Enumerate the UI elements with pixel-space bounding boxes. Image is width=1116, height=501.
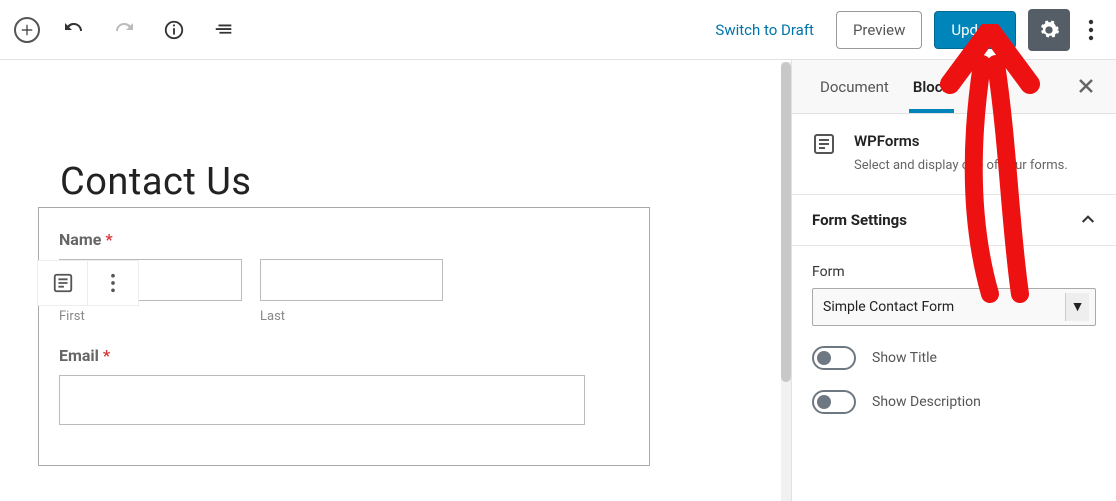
editor-canvas[interactable]: Contact Us Name * First — [0, 60, 791, 501]
plus-icon — [20, 23, 34, 37]
form-block[interactable]: Name * First Last Email * — [38, 207, 650, 466]
kebab-icon — [110, 273, 116, 293]
form-settings-toggle[interactable]: Form Settings — [792, 195, 1116, 246]
close-sidebar-button[interactable] — [1072, 69, 1100, 105]
email-input[interactable] — [59, 375, 585, 425]
name-label: Name * — [59, 230, 629, 249]
info-icon — [163, 19, 185, 41]
show-description-toggle[interactable] — [812, 390, 856, 414]
last-name-input[interactable] — [260, 259, 443, 301]
block-more-button[interactable] — [88, 261, 138, 305]
tab-document[interactable]: Document — [808, 60, 901, 113]
form-settings-body: Form Simple Contact Form ▼ Show Title Sh… — [792, 246, 1116, 424]
block-name: WPForms — [854, 132, 1068, 150]
redo-icon — [112, 18, 136, 42]
list-icon — [213, 19, 235, 41]
more-options-button[interactable] — [1076, 19, 1106, 41]
form-icon — [812, 132, 836, 156]
switch-to-draft-link[interactable]: Switch to Draft — [705, 13, 824, 47]
block-info-panel: WPForms Select and display one of your f… — [792, 114, 1116, 195]
show-title-toggle[interactable] — [812, 346, 856, 370]
tab-block[interactable]: Block — [901, 60, 963, 113]
sidebar-tabs: Document Block — [792, 60, 1116, 114]
chevron-up-icon — [1080, 212, 1096, 228]
add-block-button[interactable] — [14, 17, 40, 43]
show-title-label: Show Title — [872, 350, 937, 366]
update-button[interactable]: Update — [934, 11, 1016, 49]
email-label: Email * — [59, 346, 629, 365]
kebab-icon — [1088, 19, 1094, 41]
form-select[interactable]: Simple Contact Form ▼ — [812, 288, 1096, 326]
settings-sidebar: Document Block WPForms Select and displa… — [791, 60, 1116, 501]
show-description-label: Show Description — [872, 394, 981, 410]
close-icon — [1078, 78, 1094, 94]
settings-button[interactable] — [1028, 9, 1070, 51]
top-toolbar: Switch to Draft Preview Update — [0, 0, 1116, 60]
form-icon — [52, 272, 74, 294]
undo-button[interactable] — [58, 14, 90, 46]
content-structure-button[interactable] — [158, 14, 190, 46]
undo-icon — [62, 18, 86, 42]
preview-button[interactable]: Preview — [836, 11, 922, 49]
block-type-button[interactable] — [38, 261, 88, 305]
block-description: Select and display one of your forms. — [854, 156, 1068, 176]
redo-button[interactable] — [108, 14, 140, 46]
chevron-down-icon: ▼ — [1065, 293, 1089, 321]
scrollbar[interactable] — [781, 60, 791, 501]
page-title[interactable]: Contact Us — [60, 160, 791, 204]
form-select-label: Form — [812, 264, 1096, 280]
first-sublabel: First — [59, 309, 242, 324]
last-sublabel: Last — [260, 309, 443, 324]
block-toolbar — [37, 260, 139, 306]
block-navigation-button[interactable] — [208, 14, 240, 46]
gear-icon — [1038, 19, 1060, 41]
